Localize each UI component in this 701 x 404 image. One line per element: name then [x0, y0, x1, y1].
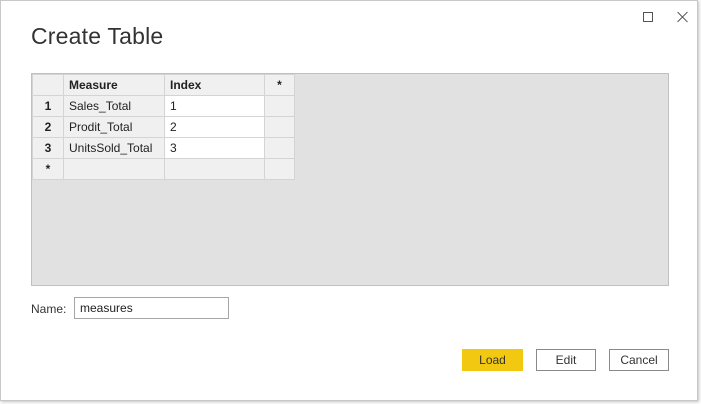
dialog-title: Create Table	[31, 23, 164, 49]
column-header-index[interactable]: Index	[164, 74, 265, 96]
maximize-button[interactable]	[638, 7, 658, 27]
data-grid: Measure Index * 1 Sales_Total 1 2 Prodit…	[32, 74, 295, 180]
add-column-header[interactable]: *	[264, 74, 295, 96]
empty-add-cell[interactable]	[264, 158, 295, 180]
empty-add-cell[interactable]	[264, 137, 295, 159]
new-row: *	[32, 158, 295, 180]
corner-cell[interactable]	[32, 74, 64, 96]
edit-button[interactable]: Edit	[536, 349, 596, 371]
cancel-button[interactable]: Cancel	[609, 349, 669, 371]
index-cell[interactable]: 1	[164, 95, 265, 117]
index-cell[interactable]: 2	[164, 116, 265, 138]
row-number[interactable]: 1	[32, 95, 64, 117]
empty-add-cell[interactable]	[264, 116, 295, 138]
index-cell[interactable]: 3	[164, 137, 265, 159]
create-table-dialog: Create Table Measure Index * 1 Sales_Tot…	[0, 0, 698, 401]
measure-cell[interactable]: Sales_Total	[63, 95, 165, 117]
close-button[interactable]	[673, 7, 693, 27]
load-button[interactable]: Load	[462, 349, 523, 371]
new-measure-cell[interactable]	[63, 158, 165, 180]
close-icon	[677, 11, 689, 23]
row-number[interactable]: 3	[32, 137, 64, 159]
name-input[interactable]	[74, 297, 229, 319]
row-number[interactable]: 2	[32, 116, 64, 138]
measure-cell[interactable]: Prodit_Total	[63, 116, 165, 138]
table-editor-area: Measure Index * 1 Sales_Total 1 2 Prodit…	[31, 73, 669, 286]
name-label: Name:	[31, 302, 67, 316]
table-row: 3 UnitsSold_Total 3	[32, 137, 295, 159]
table-row: 2 Prodit_Total 2	[32, 116, 295, 138]
empty-add-cell[interactable]	[264, 95, 295, 117]
new-index-cell[interactable]	[164, 158, 265, 180]
header-row: Measure Index *	[32, 74, 295, 96]
new-row-marker[interactable]: *	[32, 158, 64, 180]
maximize-icon	[643, 12, 653, 22]
table-row: 1 Sales_Total 1	[32, 95, 295, 117]
measure-cell[interactable]: UnitsSold_Total	[63, 137, 165, 159]
column-header-measure[interactable]: Measure	[63, 74, 165, 96]
